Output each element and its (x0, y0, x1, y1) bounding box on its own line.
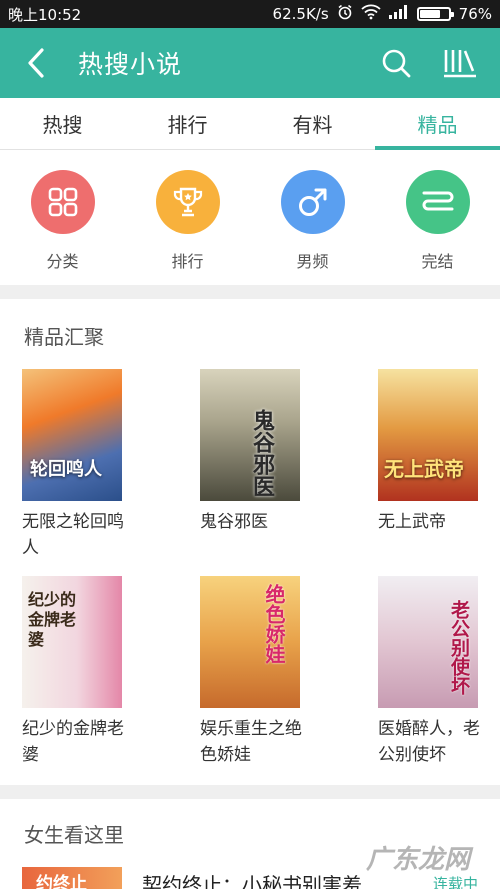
wifi-icon (361, 4, 381, 24)
trophy-icon (173, 187, 202, 217)
girls-section: 女生看这里 约终止 契约终止：小秘书别害羞 连载中 广东龙网 (0, 799, 500, 889)
search-icon (382, 49, 411, 78)
section-divider (0, 285, 500, 299)
battery-percent: 76% (458, 5, 492, 23)
status-right: 62.5K/s 76% (273, 4, 492, 24)
cover-text: 绝色娇娃 (262, 584, 286, 664)
category-ranking[interactable]: 排行 (125, 151, 250, 285)
book-title: 契约终止：小秘书别害羞 (142, 873, 362, 889)
signal-icon (388, 5, 409, 23)
grid-icon (48, 187, 77, 217)
section-divider (0, 785, 500, 799)
bookshelf-icon (444, 50, 476, 78)
book-cover: 约终止 (22, 867, 122, 889)
tab-label: 有料 (292, 113, 333, 137)
book-cover: 鬼谷邪医 (200, 369, 300, 501)
page-title: 热搜小说 (78, 50, 183, 79)
book-cover: 老公别使坏 (378, 576, 478, 708)
tab-hot[interactable]: 热搜 (0, 98, 125, 149)
book-title: 无限之轮回鸣人 (22, 512, 124, 558)
book-title: 无上武帝 (378, 512, 446, 532)
tab-ranking[interactable]: 排行 (125, 98, 250, 149)
tab-premium[interactable]: 精品 (375, 98, 500, 150)
book-card[interactable]: 无上武帝 无上武帝 (378, 369, 500, 535)
cover-text: 纪少的金牌老婆 (28, 590, 77, 649)
appbar-actions (364, 28, 500, 98)
book-cover: 纪少的金牌老婆 (22, 576, 122, 708)
app-bar: 热搜小说 (0, 28, 500, 98)
tab-interesting[interactable]: 有料 (250, 98, 375, 149)
category-circle (30, 170, 95, 234)
category-label: 男频 (296, 252, 329, 271)
book-card[interactable]: 鬼谷邪医 鬼谷邪医 (200, 369, 330, 535)
tab-label: 排行 (167, 113, 208, 137)
book-card[interactable]: 老公别使坏 医婚醉人，老公别使坏 (378, 576, 500, 768)
status-time: 晚上10:52 (8, 5, 82, 24)
book-title: 鬼谷邪医 (200, 512, 268, 532)
book-card[interactable]: 轮回鸣人 无限之轮回鸣人 (22, 369, 152, 561)
section-title: 精品汇聚 (24, 325, 104, 349)
cover-text: 老公别使坏 (448, 600, 470, 695)
category-circle (155, 170, 220, 234)
book-cover: 无上武帝 (378, 369, 478, 501)
category-circle (405, 170, 470, 234)
book-card[interactable]: 纪少的金牌老婆 纪少的金牌老婆 (22, 576, 152, 768)
status-bar: 晚上10:52 62.5K/s 76% (0, 0, 500, 28)
back-arrow-icon (28, 48, 44, 78)
category-finished[interactable]: 完结 (375, 151, 500, 285)
back-button[interactable] (0, 28, 72, 98)
cover-text: 约终止 (36, 874, 87, 889)
bookshelf-button[interactable] (428, 28, 492, 98)
alarm-icon (337, 4, 353, 24)
book-cover: 轮回鸣人 (22, 369, 122, 501)
book-title: 纪少的金牌老婆 (22, 719, 124, 765)
featured-section: 精品汇聚 轮回鸣人 无限之轮回鸣人 鬼谷邪医 鬼谷邪医 无上武帝 无上武帝 纪少… (0, 299, 500, 785)
category-label: 分类 (46, 252, 79, 271)
network-speed: 62.5K/s (272, 5, 329, 23)
book-title: 娱乐重生之绝色娇娃 (200, 719, 302, 765)
category-classify[interactable]: 分类 (0, 151, 125, 285)
book-title: 医婚醉人，老公别使坏 (378, 719, 480, 765)
category-label: 完结 (421, 252, 454, 271)
tab-label: 热搜 (42, 113, 83, 137)
battery-icon (416, 7, 454, 21)
section-title: 女生看这里 (24, 823, 124, 847)
watermark-logo: 广东龙网 (365, 845, 470, 875)
tab-label: 精品 (417, 113, 458, 137)
category-circle (280, 170, 345, 234)
male-icon (298, 188, 326, 216)
battery-fill (419, 10, 441, 18)
category-label: 排行 (171, 252, 204, 271)
search-button[interactable] (364, 28, 428, 98)
category-male[interactable]: 男频 (250, 151, 375, 285)
book-card[interactable]: 绝色娇娃 娱乐重生之绝色娇娃 (200, 576, 330, 768)
book-cover: 绝色娇娃 (200, 576, 300, 708)
tab-bar: 热搜 排行 有料 精品 (0, 98, 500, 150)
finish-icon (422, 191, 453, 211)
cover-text: 无上武帝 (384, 457, 464, 481)
cover-text: 鬼谷邪医 (249, 409, 275, 497)
cover-text: 轮回鸣人 (30, 459, 102, 480)
category-row: 分类 排行 男频 完结 (0, 151, 500, 285)
